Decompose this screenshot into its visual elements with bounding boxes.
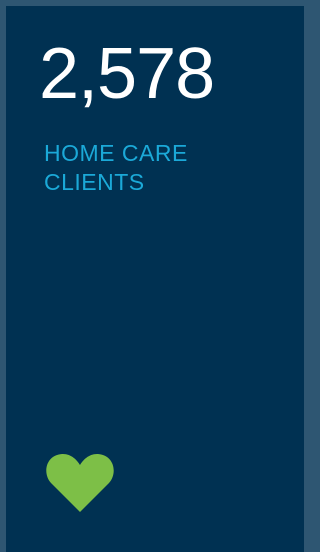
stat-label: HOME CARE CLIENTS [44, 139, 284, 197]
stat-label-line-2: CLIENTS [44, 169, 145, 195]
stat-value: 2,578 [39, 34, 215, 114]
heart-icon [46, 453, 114, 512]
stat-label-line-1: HOME CARE [44, 140, 188, 166]
stat-card: 2,578 HOME CARE CLIENTS [6, 6, 304, 552]
stat-tile-frame: 2,578 HOME CARE CLIENTS [0, 0, 304, 552]
